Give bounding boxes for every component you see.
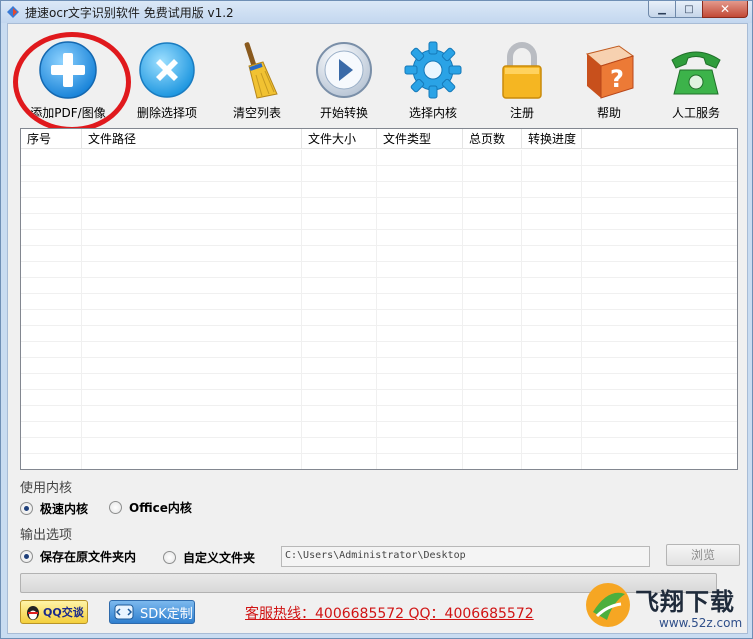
toolbar-label: 帮助 bbox=[596, 106, 621, 120]
engine-office-radio[interactable]: Office内核 bbox=[109, 499, 192, 516]
empty-table-row bbox=[21, 310, 737, 326]
app-window: 捷速ocr文字识别软件 免费试用版 v1.2 ▁ □ ✕ 添加PDF/图像 删除… bbox=[0, 0, 753, 639]
watermark-url: www.52z.com bbox=[659, 616, 743, 630]
empty-table-row bbox=[21, 422, 737, 438]
toolbar-label: 添加PDF/图像 bbox=[30, 106, 106, 120]
empty-table-row bbox=[21, 358, 737, 374]
output-original-folder-radio[interactable]: 保存在原文件夹内 bbox=[20, 548, 136, 565]
toolbar: 添加PDF/图像 删除选择项 清空列表 开始转换 选择内核 注册 ? 帮助 人工… bbox=[8, 24, 747, 132]
client-area: 添加PDF/图像 删除选择项 清空列表 开始转换 选择内核 注册 ? 帮助 人工… bbox=[7, 23, 748, 634]
help-button[interactable]: ? 帮助 bbox=[564, 24, 654, 122]
column-header-path[interactable]: 文件路径 bbox=[82, 129, 302, 149]
help-book-icon: ? bbox=[585, 45, 635, 99]
svg-text:?: ? bbox=[610, 65, 624, 93]
sdk-custom-button[interactable]: SDK定制 bbox=[109, 600, 195, 624]
output-section-label: 输出选项 bbox=[20, 528, 73, 543]
delete-icon bbox=[139, 42, 195, 98]
column-header-size[interactable]: 文件大小 bbox=[302, 129, 377, 149]
toolbar-label: 选择内核 bbox=[408, 106, 457, 120]
site-watermark: 飞翔下载 www.52z.com bbox=[579, 576, 749, 638]
clear-list-button[interactable]: 清空列表 bbox=[212, 24, 302, 122]
empty-table-row bbox=[21, 406, 737, 422]
qq-chat-label: QQ交谈 bbox=[43, 606, 84, 619]
toolbar-label: 删除选择项 bbox=[136, 106, 197, 120]
window-controls: ▁ □ ✕ bbox=[648, 1, 748, 18]
close-icon: ✕ bbox=[719, 2, 731, 16]
gear-icon bbox=[404, 41, 462, 99]
output-path-field[interactable]: C:\Users\Administrator\Desktop bbox=[281, 546, 650, 567]
engine-fast-radio[interactable]: 极速内核 bbox=[20, 500, 88, 517]
radio-unchecked-icon bbox=[109, 501, 122, 514]
phone-icon bbox=[671, 51, 721, 95]
empty-table-row bbox=[21, 390, 737, 406]
radio-checked-icon bbox=[20, 550, 33, 563]
empty-table-row bbox=[21, 294, 737, 310]
radio-label: 极速内核 bbox=[40, 502, 89, 516]
empty-table-row bbox=[21, 278, 737, 294]
title-bar[interactable]: 捷速ocr文字识别软件 免费试用版 v1.2 ▁ □ ✕ bbox=[1, 1, 752, 23]
file-list-table[interactable]: 序号 文件路径 文件大小 文件类型 总页数 转换进度 bbox=[20, 128, 738, 470]
empty-table-row bbox=[21, 198, 737, 214]
service-hotline-link[interactable]: 客服热线：4006685572 QQ：4006685572 bbox=[245, 603, 534, 623]
broom-icon bbox=[244, 42, 278, 99]
output-custom-folder-radio[interactable]: 自定义文件夹 bbox=[163, 549, 255, 566]
empty-table-row bbox=[21, 262, 737, 278]
play-icon bbox=[316, 42, 372, 98]
engine-section-label: 使用内核 bbox=[20, 481, 73, 496]
add-icon bbox=[39, 41, 97, 99]
sdk-custom-label: SDK定制 bbox=[140, 606, 193, 622]
qq-penguin-icon bbox=[27, 606, 39, 620]
table-body bbox=[21, 150, 737, 469]
toolbar-label: 人工服务 bbox=[671, 106, 720, 120]
column-header-type[interactable]: 文件类型 bbox=[377, 129, 463, 149]
empty-table-row bbox=[21, 166, 737, 182]
human-service-button[interactable]: 人工服务 bbox=[651, 24, 741, 122]
column-header-pages[interactable]: 总页数 bbox=[463, 129, 522, 149]
radio-label: 自定义文件夹 bbox=[183, 551, 256, 565]
empty-table-row bbox=[21, 214, 737, 230]
sdk-icon bbox=[114, 604, 134, 620]
start-convert-button[interactable]: 开始转换 bbox=[299, 24, 389, 122]
radio-label: 保存在原文件夹内 bbox=[40, 550, 137, 564]
lock-icon bbox=[502, 42, 542, 99]
maximize-button[interactable]: □ bbox=[675, 1, 702, 18]
add-pdf-image-button[interactable]: 添加PDF/图像 bbox=[23, 24, 113, 122]
register-button[interactable]: 注册 bbox=[477, 24, 567, 122]
radio-label: Office内核 bbox=[129, 501, 192, 515]
empty-table-row bbox=[21, 246, 737, 262]
empty-table-row bbox=[21, 182, 737, 198]
radio-unchecked-icon bbox=[163, 551, 176, 564]
window-title: 捷速ocr文字识别软件 免费试用版 v1.2 bbox=[25, 6, 234, 20]
radio-checked-icon bbox=[20, 502, 33, 515]
empty-table-row bbox=[21, 150, 737, 166]
watermark-text: 飞翔下载 bbox=[635, 588, 735, 616]
toolbar-label: 清空列表 bbox=[232, 106, 281, 120]
column-header-index[interactable]: 序号 bbox=[21, 129, 82, 149]
delete-selected-button[interactable]: 删除选择项 bbox=[122, 24, 212, 122]
table-header: 序号 文件路径 文件大小 文件类型 总页数 转换进度 bbox=[21, 129, 737, 149]
watermark-logo-icon bbox=[586, 583, 630, 627]
close-button[interactable]: ✕ bbox=[702, 1, 748, 18]
minimize-icon: ▁ bbox=[658, 3, 666, 15]
minimize-button[interactable]: ▁ bbox=[648, 1, 675, 18]
empty-table-row bbox=[21, 326, 737, 342]
app-logo-icon bbox=[7, 6, 19, 18]
select-engine-button[interactable]: 选择内核 bbox=[388, 24, 478, 122]
qq-chat-button[interactable]: QQ交谈 bbox=[20, 600, 88, 624]
empty-table-row bbox=[21, 374, 737, 390]
browse-button[interactable]: 浏览 bbox=[666, 544, 740, 566]
empty-table-row bbox=[21, 454, 737, 469]
maximize-icon: □ bbox=[684, 3, 694, 15]
empty-table-row bbox=[21, 438, 737, 454]
empty-table-row bbox=[21, 342, 737, 358]
column-header-progress[interactable]: 转换进度 bbox=[522, 129, 582, 149]
toolbar-label: 注册 bbox=[509, 106, 534, 120]
empty-table-row bbox=[21, 230, 737, 246]
toolbar-label: 开始转换 bbox=[319, 106, 368, 120]
